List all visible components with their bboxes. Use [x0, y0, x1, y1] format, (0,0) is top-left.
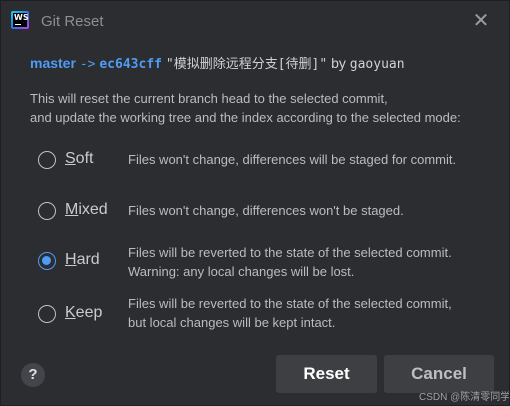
help-icon[interactable]: ? — [21, 363, 45, 387]
reset-description: This will reset the current branch head … — [30, 89, 461, 127]
dialog-title: Git Reset — [41, 13, 104, 30]
radio-mixed[interactable] — [38, 202, 56, 220]
webstorm-icon: WS — [11, 11, 29, 29]
title-bar[interactable]: WS Git Reset ✕ — [1, 1, 509, 43]
git-reset-dialog: WS Git Reset ✕ master -> ec643cff "模拟删除远… — [0, 0, 510, 406]
commit-hash: ec643cff — [99, 57, 162, 72]
mnemonic-mixed: M — [65, 201, 79, 218]
mnemonic-soft: S — [65, 150, 76, 167]
mode-label-soft-rest: oft — [75, 150, 94, 167]
mode-label-soft[interactable]: Soft — [65, 150, 93, 168]
mode-desc-hard-line-1: Files will be reverted to the state of t… — [128, 245, 452, 260]
reset-target-header: master -> ec643cff "模拟删除远程分支[待删]" by gao… — [30, 53, 405, 72]
description-line-1: This will reset the current branch head … — [30, 91, 388, 106]
mode-desc-keep-line-1: Files will be reverted to the state of t… — [128, 296, 452, 311]
commit-author: gaoyuan — [349, 57, 405, 72]
by-label: by — [331, 55, 346, 71]
branch-name: master — [30, 55, 76, 71]
arrow-text: -> — [79, 57, 96, 72]
description-line-2: and update the working tree and the inde… — [30, 110, 461, 125]
mode-label-keep[interactable]: Keep — [65, 304, 102, 322]
mode-label-hard-rest: ard — [76, 251, 100, 268]
mode-desc-soft-line-1: Files won't change, differences will be … — [128, 152, 457, 167]
mode-desc-keep: Files will be reverted to the state of t… — [128, 294, 452, 332]
mnemonic-keep: K — [65, 304, 76, 321]
mode-label-hard[interactable]: Hard — [65, 251, 100, 269]
mode-desc-hard: Files will be reverted to the state of t… — [128, 243, 452, 281]
mode-desc-keep-line-2: but local changes will be kept intact. — [128, 315, 336, 330]
watermark: CSDN @陈清零同学 — [419, 392, 510, 403]
mode-label-keep-rest: eep — [75, 304, 103, 321]
mode-desc-mixed-line-1: Files won't change, differences won't be… — [128, 203, 404, 218]
radio-soft[interactable] — [38, 151, 56, 169]
mode-label-mixed-rest: ixed — [78, 201, 108, 218]
close-icon[interactable]: ✕ — [471, 11, 491, 31]
mode-desc-mixed: Files won't change, differences won't be… — [128, 201, 404, 220]
mode-desc-soft: Files won't change, differences will be … — [128, 150, 456, 169]
mode-label-mixed[interactable]: Mixed — [65, 201, 108, 219]
reset-button[interactable]: Reset — [276, 355, 377, 393]
mnemonic-hard: H — [65, 251, 77, 268]
radio-hard[interactable] — [38, 252, 56, 270]
mode-desc-hard-line-2: Warning: any local changes will be lost. — [128, 264, 355, 279]
radio-keep[interactable] — [38, 305, 56, 323]
commit-message: "模拟删除远程分支[待删]" — [165, 57, 328, 72]
